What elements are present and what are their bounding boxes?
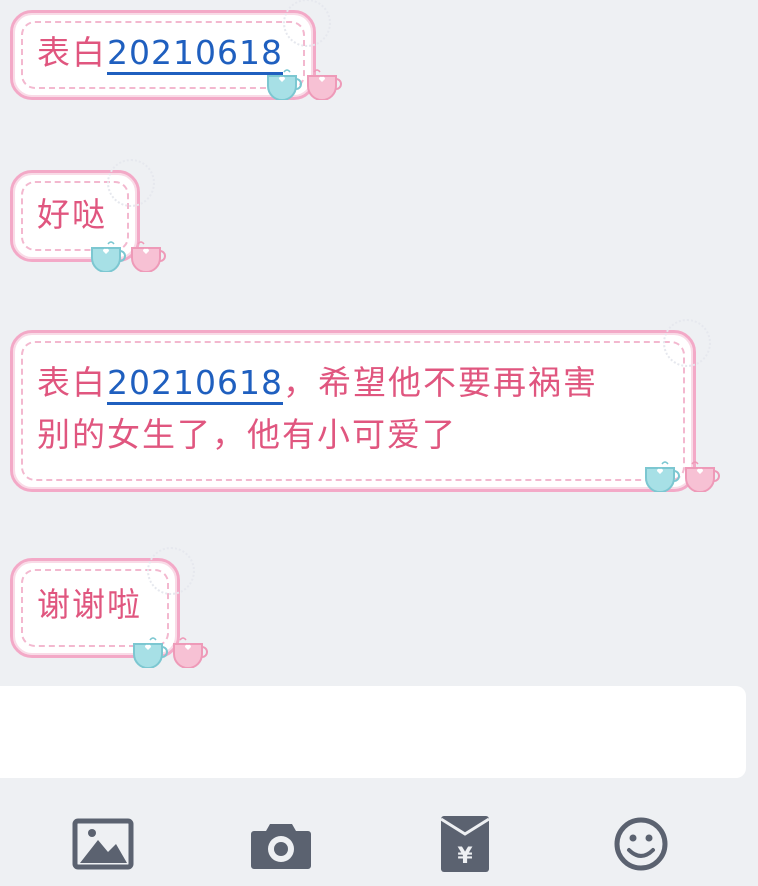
lace-decoration xyxy=(147,547,195,595)
message-bubble[interactable]: 表白20210618，希望他不要再祸害 别的女生了，他有小可爱了 xyxy=(10,319,711,492)
message-link[interactable]: 20210618 xyxy=(107,33,283,75)
message-text: 表白 xyxy=(37,33,107,72)
message-link[interactable]: 20210618 xyxy=(107,363,283,405)
message-text: 好哒 xyxy=(37,195,107,234)
teacup-sticker xyxy=(262,66,346,100)
red-packet-icon[interactable]: ¥ xyxy=(434,816,496,872)
image-icon[interactable] xyxy=(72,816,134,872)
lace-decoration xyxy=(107,159,155,207)
lace-decoration xyxy=(663,319,711,367)
message-input[interactable] xyxy=(0,686,746,778)
lace-decoration xyxy=(283,0,331,47)
teacup-sticker xyxy=(128,634,212,668)
message-text: 别的女生了，他有小可爱了 xyxy=(37,415,457,454)
message-text: ，希望他不要再祸害 xyxy=(282,363,598,402)
emoji-icon[interactable] xyxy=(610,816,672,872)
svg-text:¥: ¥ xyxy=(457,844,473,869)
message-text: 谢谢啦 xyxy=(37,585,142,624)
camera-icon[interactable] xyxy=(250,816,312,872)
teacup-sticker xyxy=(86,238,170,272)
message-text: 表白 xyxy=(37,363,107,402)
chat-toolbar: ¥ xyxy=(0,790,758,886)
teacup-sticker xyxy=(640,458,724,492)
